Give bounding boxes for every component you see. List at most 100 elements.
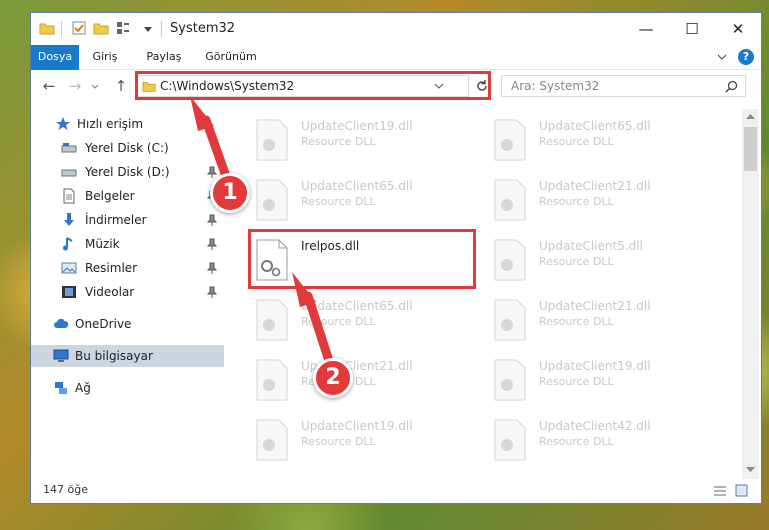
sidebar-item-network[interactable]: Ağ	[31, 377, 224, 399]
search-placeholder[interactable]: Ara: System32	[511, 79, 599, 93]
sidebar-item-music[interactable]: Müzik	[31, 233, 224, 255]
music-icon	[63, 237, 73, 251]
search-box[interactable]: Ara: System32	[501, 75, 746, 97]
sidebar-item-label: Ağ	[75, 381, 91, 395]
sidebar-item-this-pc[interactable]: Bu bilgisayar	[31, 345, 224, 367]
dll-file-icon	[494, 239, 526, 281]
cloud-icon	[54, 318, 69, 328]
dll-file-icon	[256, 179, 288, 221]
sidebar-item-onedrive[interactable]: OneDrive	[31, 313, 224, 335]
file-item[interactable]: UpdateClient21.dll Resource DLL	[485, 293, 715, 349]
status-bar: 147 öğe	[31, 479, 761, 503]
dll-file-icon	[494, 179, 526, 221]
drive-icon	[61, 143, 77, 153]
file-item[interactable]: UpdateClient5.dll Resource DLL	[485, 233, 715, 289]
dll-file-icon	[494, 299, 526, 341]
tab-view[interactable]: Görünüm	[201, 45, 261, 69]
file-item[interactable]: UpdateClient19.dll Resource DLL	[247, 113, 477, 169]
pin-icon[interactable]	[207, 214, 217, 226]
sidebar-item-label: Yerel Disk (D:)	[85, 165, 170, 179]
download-icon	[64, 213, 74, 226]
dll-file-icon	[256, 299, 288, 341]
file-type: Resource DLL	[539, 135, 614, 148]
file-item[interactable]: UpdateClient19.dll Resource DLL	[485, 353, 715, 409]
file-type: Resource DLL	[539, 195, 614, 208]
dll-file-icon	[494, 359, 526, 401]
file-item[interactable]: UpdateClient65.dll Resource DLL	[247, 173, 477, 229]
file-name: UpdateClient42.dll	[539, 419, 651, 433]
file-type: Resource DLL	[539, 255, 614, 268]
file-name: UpdateClient19.dll	[301, 419, 413, 433]
file-item[interactable]: UpdateClient21.dll Resource DLL	[247, 353, 477, 409]
navigation-pane: Hızlı erişim Yerel Disk (C:) Yerel Disk …	[31, 109, 224, 473]
title-bar: System32 — ☐ ✕	[31, 13, 761, 45]
sidebar-item-downloads[interactable]: İndirmeler	[31, 209, 224, 231]
address-bar-highlight	[135, 71, 491, 100]
file-type: Resource DLL	[539, 315, 614, 328]
properties-icon[interactable]	[71, 20, 87, 36]
file-highlight	[248, 229, 476, 289]
sidebar-item-label: Resimler	[85, 261, 138, 275]
large-icons-view-icon[interactable]	[735, 484, 748, 497]
maximize-button[interactable]: ☐	[669, 13, 715, 45]
forward-button[interactable]: →	[65, 76, 85, 96]
file-type: Resource DLL	[539, 375, 614, 388]
file-list: UpdateClient19.dll Resource DLL UpdateCl…	[227, 105, 741, 475]
file-item[interactable]: UpdateClient65.dll Resource DLL	[485, 113, 715, 169]
minimize-button[interactable]: —	[623, 13, 669, 45]
up-button[interactable]: ↑	[111, 76, 131, 96]
sidebar-item-local-disk-c[interactable]: Yerel Disk (C:)	[31, 137, 224, 159]
file-item[interactable]: UpdateClient19.dll Resource DLL	[247, 413, 477, 469]
sidebar-item-pictures[interactable]: Resimler	[31, 257, 224, 279]
file-name: UpdateClient19.dll	[301, 119, 413, 133]
chevron-down-icon[interactable]	[91, 84, 99, 90]
chevron-down-icon[interactable]	[746, 467, 755, 473]
chevron-up-icon[interactable]	[746, 113, 755, 119]
sidebar-item-documents[interactable]: Belgeler	[31, 185, 224, 207]
back-button[interactable]: ←	[39, 76, 59, 96]
help-button[interactable]: ?	[738, 49, 754, 65]
vertical-scrollbar[interactable]	[742, 109, 759, 479]
step-2-badge: 2	[313, 358, 353, 398]
pin-icon[interactable]	[207, 238, 217, 250]
drive-icon	[61, 169, 77, 177]
pin-icon[interactable]	[207, 286, 217, 298]
scrollbar-thumb[interactable]	[744, 127, 757, 171]
chevron-down-icon[interactable]	[143, 24, 153, 34]
new-folder-icon[interactable]	[93, 20, 109, 36]
file-name: UpdateClient65.dll	[301, 299, 413, 313]
star-icon	[56, 117, 70, 130]
sidebar-item-quick-access[interactable]: Hızlı erişim	[31, 113, 224, 135]
file-item[interactable]: UpdateClient21.dll Resource DLL	[485, 173, 715, 229]
sidebar-item-videos[interactable]: Videolar	[31, 281, 224, 303]
pin-icon[interactable]	[207, 262, 217, 274]
file-type: Resource DLL	[539, 435, 614, 448]
dll-file-icon	[256, 359, 288, 401]
file-name: UpdateClient21.dll	[539, 179, 651, 193]
chevron-down-icon[interactable]	[717, 53, 727, 61]
pin-icon[interactable]	[207, 166, 217, 178]
item-count: 147 öğe	[43, 483, 88, 496]
file-item[interactable]: UpdateClient65.dll Resource DLL	[247, 293, 477, 349]
file-item[interactable]: UpdateClient42.dll Resource DLL	[485, 413, 715, 469]
window-title: System32	[170, 21, 236, 36]
close-button[interactable]: ✕	[715, 13, 761, 45]
sidebar-item-label: İndirmeler	[85, 213, 147, 227]
customize-icon[interactable]	[115, 20, 131, 36]
dll-file-icon	[256, 419, 288, 461]
picture-icon	[61, 262, 77, 274]
tab-home[interactable]: Giriş	[85, 45, 125, 69]
file-type: Resource DLL	[301, 195, 376, 208]
sidebar-item-label: Yerel Disk (C:)	[85, 141, 169, 155]
search-icon[interactable]	[725, 80, 738, 93]
sidebar-item-label: Videolar	[85, 285, 135, 299]
separator	[61, 21, 62, 37]
file-type: Resource DLL	[301, 315, 376, 328]
file-type: Resource DLL	[301, 435, 376, 448]
sidebar-item-local-disk-d[interactable]: Yerel Disk (D:)	[31, 161, 224, 183]
sidebar-item-label: Hızlı erişim	[77, 117, 144, 131]
file-name: UpdateClient65.dll	[539, 119, 651, 133]
tab-share[interactable]: Paylaş	[139, 45, 189, 69]
details-view-icon[interactable]	[713, 485, 727, 497]
file-name: UpdateClient19.dll	[539, 359, 651, 373]
